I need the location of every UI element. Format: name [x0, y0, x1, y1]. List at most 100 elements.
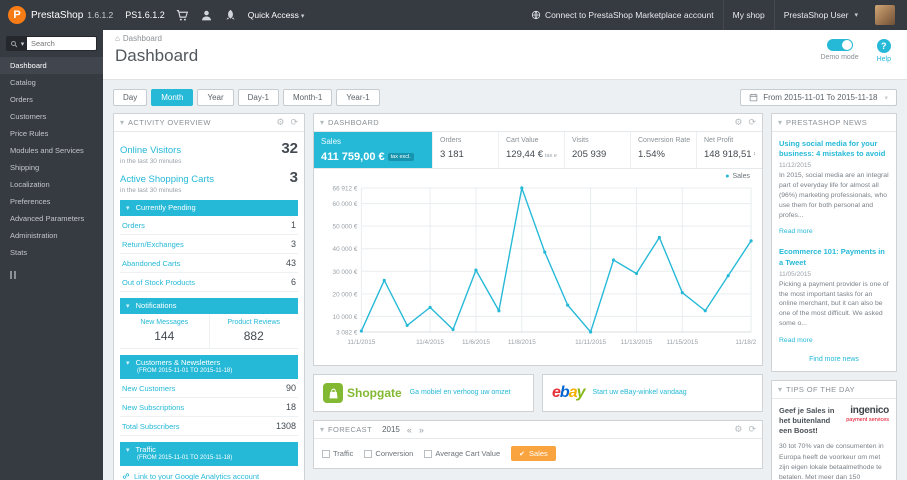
collapse-caret-icon[interactable]: ▾ [320, 118, 324, 127]
ebay-link[interactable]: Start uw eBay-winkel vandaag [593, 388, 687, 397]
kpi-visits-tab[interactable]: Visits 205 939 [564, 132, 630, 168]
traffic-header[interactable]: ▾ Traffic (FROM 2015-11-01 TO 2015-11-18… [120, 442, 298, 466]
forecast-sales-toggle[interactable]: ✔ Sales [511, 446, 556, 461]
sidebar-collapse-icon[interactable] [10, 271, 103, 279]
pending-returns-link[interactable]: Return/Exchanges [122, 240, 184, 249]
online-visitors-link[interactable]: Online Visitors [120, 145, 181, 156]
svg-text:66 912 €: 66 912 € [333, 185, 358, 192]
new-subscriptions-value: 18 [285, 402, 296, 413]
gear-icon[interactable]: ⚙ [734, 425, 742, 434]
my-shop-link[interactable]: My shop [722, 0, 774, 30]
kpi-conversion-rate-tab[interactable]: Conversion Rate 1.54% [630, 132, 696, 168]
range-year-button[interactable]: Year [197, 89, 234, 106]
product-reviews-link[interactable]: Product Reviews [212, 319, 297, 326]
sidebar-item-catalog[interactable]: Catalog [0, 74, 103, 91]
forecast-panel-title: FORECAST [328, 425, 373, 434]
range-month-1-button[interactable]: Month-1 [282, 89, 333, 106]
demo-mode-toggle[interactable] [826, 39, 853, 51]
active-carts-row: Active Shopping Carts 3 [120, 169, 298, 186]
currently-pending-header[interactable]: ▾ Currently Pending [120, 200, 298, 217]
refresh-icon[interactable]: ⟳ [748, 118, 756, 127]
kpi-net-profit-tab[interactable]: Net Profit 148 918,51 € [696, 132, 762, 168]
shopgate-link[interactable]: Ga mobiel en verhoog uw omzet [410, 388, 511, 397]
prestashop-logo-icon[interactable]: P [8, 6, 26, 24]
kpi-sales-tab[interactable]: Sales 411 759,00 € tax excl. [314, 132, 432, 168]
forecast-panel-header: ▾ FORECAST 2015 « » ⚙ ⟳ [314, 421, 762, 439]
new-subscriptions-link[interactable]: New Subscriptions [122, 403, 184, 412]
shopgate-logo: Shopgate [323, 383, 402, 403]
new-customers-value: 90 [285, 383, 296, 394]
shopping-bag-icon [323, 383, 343, 403]
kpi-cart-value-tab[interactable]: Cart Value 129,44 €tax excl. [498, 132, 564, 168]
collapse-caret-icon: ▾ [126, 360, 130, 368]
abandoned-carts-link[interactable]: Abandoned Carts [122, 259, 180, 268]
total-subscribers-row: Total Subscribers 1308 [120, 417, 298, 437]
chevron-down-icon: ▾ [300, 13, 305, 20]
next-year-icon[interactable]: » [419, 425, 424, 435]
range-month-button[interactable]: Month [151, 89, 194, 106]
sidebar-item-modules[interactable]: Modules and Services [0, 142, 103, 159]
forecast-year-select[interactable]: 2015 [382, 425, 400, 434]
google-analytics-link[interactable]: Link to your Google Analytics account [120, 466, 298, 480]
modules-rocket-icon[interactable] [224, 9, 237, 22]
forecast-traffic-checkbox[interactable]: Traffic [322, 449, 353, 458]
sidebar-item-localization[interactable]: Localization [0, 176, 103, 193]
out-of-stock-link[interactable]: Out of Stock Products [122, 278, 195, 287]
quick-access-menu[interactable]: Quick Access ▾ [248, 10, 305, 20]
sidebar-item-price-rules[interactable]: Price Rules [0, 125, 103, 142]
news-article-title-link[interactable]: Using social media for your business: 4 … [779, 139, 889, 159]
forecast-conversion-checkbox[interactable]: Conversion [364, 449, 413, 458]
activity-overview-panel: ▾ ACTIVITY OVERVIEW ⚙ ⟳ Online Visitors … [113, 113, 305, 480]
sidebar-item-orders[interactable]: Orders [0, 91, 103, 108]
kpi-orders-tab[interactable]: Orders 3 181 [432, 132, 498, 168]
pending-orders-link[interactable]: Orders [122, 221, 145, 230]
collapse-caret-icon: ▾ [126, 447, 130, 455]
prev-year-icon[interactable]: « [407, 425, 412, 435]
gear-icon[interactable]: ⚙ [276, 118, 284, 127]
sidebar-item-dashboard[interactable]: Dashboard [0, 57, 103, 74]
read-more-link[interactable]: Read more [779, 337, 813, 344]
search-scope-button[interactable]: ▾ [7, 37, 27, 50]
refresh-icon[interactable]: ⟳ [290, 118, 298, 127]
product-reviews-cell: Product Reviews 882 [210, 314, 299, 348]
search-input[interactable] [27, 37, 96, 50]
sidebar-item-advanced-parameters[interactable]: Advanced Parameters [0, 210, 103, 227]
collapse-caret-icon[interactable]: ▾ [120, 118, 124, 127]
collapse-caret-icon[interactable]: ▾ [778, 118, 782, 127]
cart-icon[interactable] [176, 9, 189, 22]
module-ads-row: Shopgate Ga mobiel en verhoog uw omzet e… [313, 374, 763, 412]
customer-icon[interactable] [200, 9, 213, 22]
help-button[interactable]: ? [876, 39, 891, 53]
read-more-link[interactable]: Read more [779, 228, 813, 235]
shop-name-link[interactable]: PS1.6.1.2 [125, 10, 165, 20]
new-messages-link[interactable]: New Messages [122, 319, 207, 326]
sidebar-item-stats[interactable]: Stats [0, 244, 103, 261]
ebay-logo: ebay [552, 384, 585, 401]
gear-icon[interactable]: ⚙ [734, 118, 742, 127]
marketplace-link[interactable]: Connect to PrestaShop Marketplace accoun… [522, 0, 723, 30]
collapse-caret-icon[interactable]: ▾ [778, 385, 782, 394]
range-year-1-button[interactable]: Year-1 [336, 89, 380, 106]
customers-newsletters-header[interactable]: ▾ Customers & Newsletters (FROM 2015-11-… [120, 355, 298, 380]
find-more-news-link[interactable]: Find more news [779, 356, 889, 363]
refresh-icon[interactable]: ⟳ [748, 425, 756, 434]
user-avatar[interactable] [875, 5, 895, 25]
sidebar-item-customers[interactable]: Customers [0, 108, 103, 125]
active-carts-link[interactable]: Active Shopping Carts [120, 174, 214, 185]
news-article-title-link[interactable]: Ecommerce 101: Payments in a Tweet [779, 247, 889, 267]
chart-legend[interactable]: ● Sales [320, 173, 756, 180]
svg-text:60 000 €: 60 000 € [333, 201, 358, 208]
sidebar-item-preferences[interactable]: Preferences [0, 193, 103, 210]
sidebar-item-administration[interactable]: Administration [0, 227, 103, 244]
sidebar-item-shipping[interactable]: Shipping [0, 159, 103, 176]
forecast-avg-cart-checkbox[interactable]: Average Cart Value [424, 449, 500, 458]
notifications-header[interactable]: ▾ Notifications [120, 298, 298, 315]
brand-version: 1.6.1.2 [87, 10, 114, 20]
date-range-picker[interactable]: From 2015-11-01 To 2015-11-18 ▾ [740, 89, 897, 106]
total-subscribers-link[interactable]: Total Subscribers [122, 422, 180, 431]
range-day-1-button[interactable]: Day-1 [237, 89, 279, 106]
new-customers-link[interactable]: New Customers [122, 384, 175, 393]
user-menu[interactable]: PrestaShop User ▾ [773, 0, 867, 30]
range-day-button[interactable]: Day [113, 89, 148, 106]
collapse-caret-icon[interactable]: ▾ [320, 425, 324, 434]
